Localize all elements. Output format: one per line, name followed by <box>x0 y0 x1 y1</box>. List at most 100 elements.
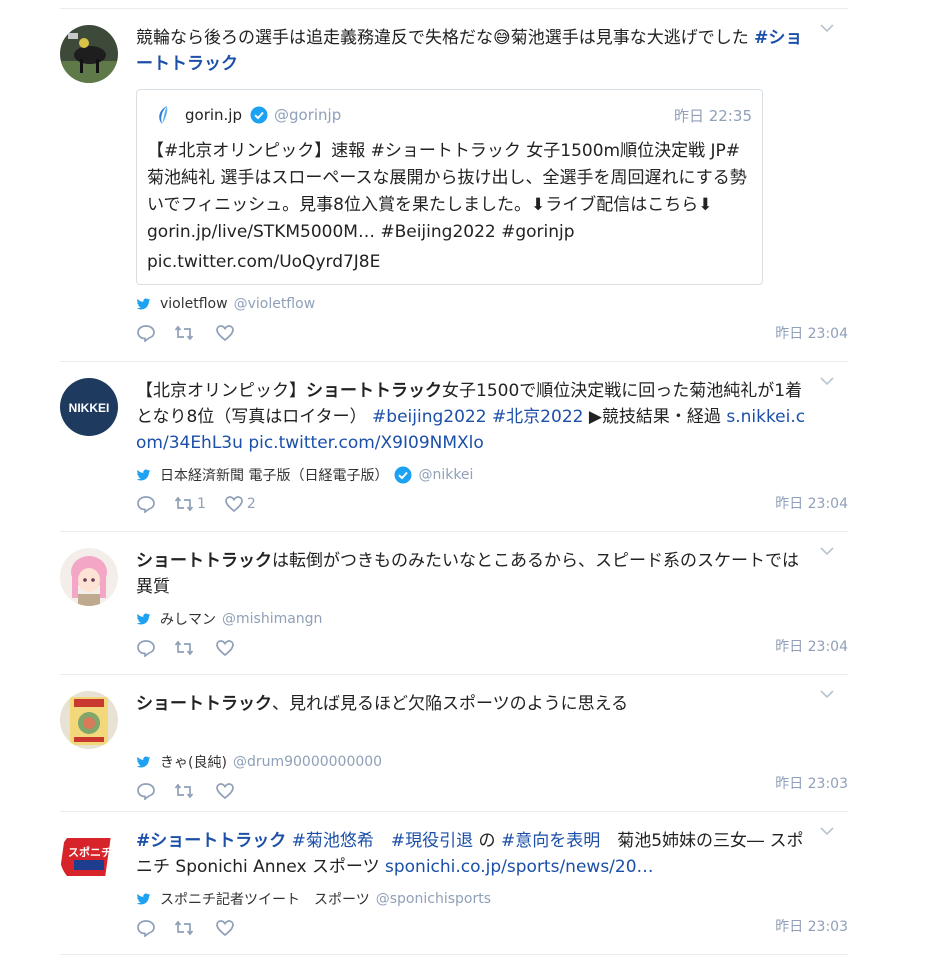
avatar[interactable]: NIKKEI <box>60 378 118 436</box>
chevron-down-icon[interactable] <box>820 689 834 699</box>
heart-icon <box>216 640 234 657</box>
tweet-text: ショートトラックは転倒がつきものみたいなとこあるから、スピード系のスケートでは異… <box>136 548 848 600</box>
tweet-timestamp[interactable]: 昨日 23:04 <box>775 493 848 513</box>
tweet-timestamp[interactable]: 昨日 23:03 <box>775 773 848 793</box>
tweet-text: 【北京オリンピック】ショートトラック女子1500で順位決定戦に回った菊池純礼が1… <box>136 378 848 456</box>
retweet-icon <box>174 640 194 656</box>
reply-icon <box>137 920 155 937</box>
avatar[interactable] <box>60 548 118 606</box>
like-button[interactable] <box>215 324 238 342</box>
tweet-timestamp[interactable]: 昨日 23:04 <box>775 636 848 656</box>
chevron-down-icon[interactable] <box>820 23 834 33</box>
quoted-author-name[interactable]: gorin.jp <box>185 106 242 124</box>
retweet-button[interactable] <box>174 639 197 657</box>
author-handle[interactable]: @sponichisports <box>376 891 491 907</box>
tweet-author[interactable]: violetflow @violetflow <box>136 293 848 315</box>
author-name[interactable]: スポニチ記者ツイート スポーツ <box>160 889 370 909</box>
text-segment-bold: ショートトラック <box>136 551 272 571</box>
tweet-author[interactable]: きゃ(良純) @drum90000000000 <box>136 751 848 773</box>
text-segment <box>374 831 391 851</box>
hashtag-link[interactable]: #beijing2022 <box>372 407 487 427</box>
like-button[interactable] <box>215 639 238 657</box>
like-button[interactable] <box>215 782 238 800</box>
chevron-down-icon[interactable] <box>820 376 834 386</box>
hashtag-link[interactable]: #菊池悠希 <box>292 831 374 851</box>
tweet-author[interactable]: 日本経済新聞 電子版（日経電子版） @nikkei <box>136 464 848 486</box>
avatar-text: スポニチ <box>68 845 112 859</box>
author-name[interactable]: violetflow <box>160 296 228 312</box>
retweet-icon <box>174 920 194 936</box>
retweet-button[interactable] <box>174 919 197 937</box>
reply-icon <box>137 783 155 800</box>
like-button[interactable]: 2 <box>224 495 256 513</box>
tweet-actions <box>136 634 848 662</box>
retweet-icon <box>174 496 194 512</box>
tweet[interactable]: スポニチ #ショートトラック #菊池悠希 #現役引退 の #意向を表明 菊池5姉… <box>60 812 848 955</box>
avatar-text: NIKKEI <box>69 401 110 415</box>
quoted-text: 【#北京オリンピック】速報 #ショートトラック 女子1500m順位決定戦 JP#… <box>147 141 747 242</box>
quoted-author-handle[interactable]: @gorinjp <box>274 106 341 124</box>
twitter-bird-icon <box>136 755 151 767</box>
hashtag-link[interactable]: #現役引退 <box>391 831 473 851</box>
reply-icon <box>137 640 155 657</box>
tweet[interactable]: ショートトラックは転倒がつきものみたいなとこあるから、スピード系のスケートでは異… <box>60 532 848 675</box>
url-link[interactable]: sponichi.co.jp/sports/news/20… <box>385 857 654 877</box>
verified-badge-icon <box>394 466 412 484</box>
reply-button[interactable] <box>136 919 156 937</box>
tweet[interactable]: 競輪なら後ろの選手は追走義務違反で失格だな😅菊池選手は見事な大逃げでした #ショ… <box>60 9 848 362</box>
tweet-text: #ショートトラック #菊池悠希 #現役引退 の #意向を表明 菊池5姉妹の三女―… <box>136 828 848 880</box>
like-button[interactable] <box>215 919 238 937</box>
avatar[interactable] <box>60 25 118 83</box>
retweet-button[interactable] <box>174 324 197 342</box>
tweet-timestamp[interactable]: 昨日 23:03 <box>775 916 848 936</box>
reply-icon <box>137 325 155 342</box>
tweet[interactable]: NIKKEI 【北京オリンピック】ショートトラック女子1500で順位決定戦に回っ… <box>60 362 848 532</box>
chevron-down-icon[interactable] <box>820 546 834 556</box>
author-handle[interactable]: @violetflow <box>234 296 316 312</box>
twitter-bird-icon <box>136 892 151 904</box>
retweet-count: 1 <box>197 496 206 512</box>
author-handle[interactable]: @mishimangn <box>222 611 322 627</box>
chevron-down-icon[interactable] <box>820 826 834 836</box>
twitter-bird-icon <box>136 612 151 624</box>
reply-button[interactable] <box>136 639 156 657</box>
pic-link[interactable]: pic.twitter.com/X9I09NMXlo <box>248 433 483 453</box>
text-segment: 競輪なら後ろの選手は追走義務違反で失格だな😅菊池選手は見事な大逃げでした <box>136 28 755 48</box>
reply-icon <box>137 496 155 513</box>
text-segment: の <box>473 831 501 851</box>
reply-button[interactable] <box>136 782 156 800</box>
tweet[interactable]: ショートトラック、見れば見るほど欠陥スポーツのように思える きゃ(良純) @dr… <box>60 675 848 812</box>
tweet-actions <box>136 777 848 805</box>
author-name[interactable]: みしマン <box>160 609 216 629</box>
avatar[interactable]: スポニチ <box>60 828 118 886</box>
hashtag-link[interactable]: #北京2022 <box>492 407 584 427</box>
avatar[interactable] <box>60 691 118 749</box>
heart-icon <box>216 325 234 342</box>
quoted-pic-link[interactable]: pic.twitter.com/UoQyrd7J8E <box>147 252 752 272</box>
author-name[interactable]: 日本経済新聞 電子版（日経電子版） <box>160 465 388 485</box>
tweet-actions <box>136 914 848 942</box>
retweet-button[interactable]: 1 <box>174 495 206 513</box>
quoted-timestamp[interactable]: 昨日 22:35 <box>674 105 752 126</box>
text-segment-bold: ショートトラック <box>136 694 272 714</box>
hashtag-link[interactable]: #意向を表明 <box>501 831 600 851</box>
retweet-button[interactable] <box>174 782 197 800</box>
author-name[interactable]: きゃ(良純) <box>160 752 227 772</box>
reply-button[interactable] <box>136 495 156 513</box>
reply-button[interactable] <box>136 324 156 342</box>
like-count: 2 <box>246 496 256 512</box>
quoted-tweet[interactable]: gorin.jp @gorinjp 昨日 22:35 【#北京オリンピック】速報… <box>136 89 763 285</box>
tweet-actions <box>136 319 848 347</box>
author-handle[interactable]: @drum90000000000 <box>233 754 382 770</box>
tweet-feed: 競輪なら後ろの選手は追走義務違反で失格だな😅菊池選手は見事な大逃げでした #ショ… <box>60 8 848 955</box>
verified-badge-icon <box>250 106 268 124</box>
tweet-author[interactable]: みしマン @mishimangn <box>136 608 848 630</box>
text-segment: 、見れば見るほど欠陥スポーツのように思える <box>272 694 629 714</box>
tweet-timestamp[interactable]: 昨日 23:04 <box>775 323 848 343</box>
twitter-bird-icon <box>136 468 151 480</box>
tweet-author[interactable]: スポニチ記者ツイート スポーツ @sponichisports <box>136 888 848 910</box>
author-handle[interactable]: @nikkei <box>418 467 473 483</box>
gorin-logo-icon <box>159 106 168 124</box>
hashtag-link[interactable]: #ショートトラック <box>136 831 286 851</box>
text-segment: 【北京オリンピック】 <box>136 381 306 401</box>
